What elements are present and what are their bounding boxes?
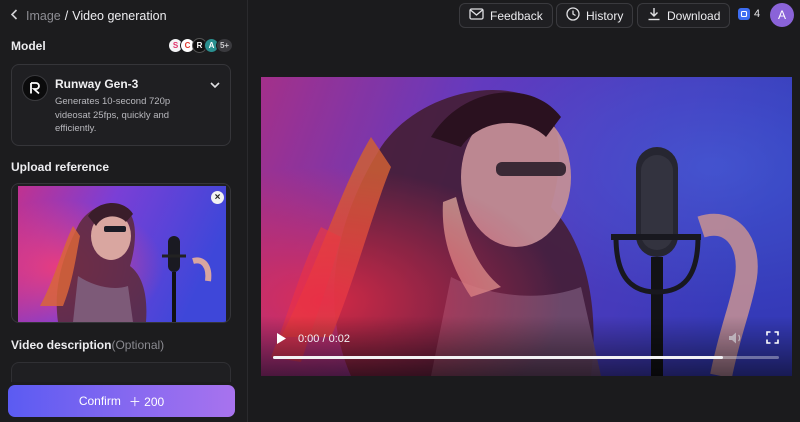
volume-icon[interactable] bbox=[728, 331, 743, 350]
model-selector[interactable]: Runway Gen-3 Generates 10-second 720p vi… bbox=[11, 64, 231, 146]
mail-icon bbox=[469, 8, 484, 23]
breadcrumb: Image / Video generation bbox=[10, 8, 167, 23]
download-icon bbox=[647, 7, 661, 24]
remove-reference-close-icon[interactable]: × bbox=[211, 191, 224, 204]
confirm-button[interactable]: Confirm ＋ 200 bbox=[8, 385, 235, 417]
confirm-cost: ＋ 200 bbox=[128, 394, 165, 409]
chevron-down-icon[interactable] bbox=[210, 76, 220, 94]
play-icon[interactable] bbox=[275, 332, 287, 350]
credits-indicator[interactable]: 4 bbox=[738, 8, 760, 20]
breadcrumb-parent[interactable]: Image bbox=[26, 9, 61, 23]
left-panel: Image / Video generation Model S C R A 5… bbox=[0, 0, 248, 422]
playback-time: 0:00 / 0:02 bbox=[298, 333, 350, 345]
player-controls bbox=[261, 316, 792, 376]
feedback-button[interactable]: Feedback bbox=[459, 3, 553, 28]
back-chevron-icon[interactable] bbox=[10, 8, 18, 23]
model-description: Generates 10-second 720p videosat 25fps,… bbox=[55, 96, 171, 134]
video-player[interactable]: 0:00 / 0:02 bbox=[261, 77, 792, 376]
model-section-label: Model bbox=[11, 39, 46, 53]
upload-reference-area[interactable]: × bbox=[11, 183, 231, 323]
history-button[interactable]: History bbox=[556, 3, 634, 28]
progress-bar[interactable] bbox=[273, 356, 779, 359]
runway-logo-icon bbox=[22, 75, 48, 101]
credits-count: 4 bbox=[754, 8, 761, 20]
feedback-label: Feedback bbox=[490, 8, 543, 23]
optional-hint: (Optional) bbox=[111, 338, 165, 352]
breadcrumb-current: Video generation bbox=[72, 8, 167, 23]
credit-icon bbox=[738, 8, 750, 20]
upload-section-label: Upload reference bbox=[11, 160, 110, 174]
download-label: Download bbox=[667, 8, 721, 23]
download-button[interactable]: Download bbox=[637, 3, 731, 28]
video-description-label-text: Video description bbox=[11, 338, 112, 352]
provider-badges[interactable]: S C R A 5+ bbox=[168, 38, 233, 53]
model-name: Runway Gen-3 bbox=[55, 77, 139, 91]
confirm-label: Confirm bbox=[78, 394, 121, 408]
video-description-input[interactable] bbox=[11, 362, 231, 382]
reference-thumbnail bbox=[18, 186, 226, 322]
clock-icon bbox=[566, 7, 580, 24]
video-description-label: Video description(Optional) bbox=[11, 338, 164, 352]
fullscreen-icon[interactable] bbox=[766, 331, 779, 349]
provider-more-badge: 5+ bbox=[216, 38, 233, 53]
progress-fill bbox=[273, 356, 724, 359]
breadcrumb-separator: / bbox=[64, 8, 69, 23]
history-label: History bbox=[586, 8, 624, 23]
user-avatar[interactable]: A bbox=[770, 3, 794, 27]
